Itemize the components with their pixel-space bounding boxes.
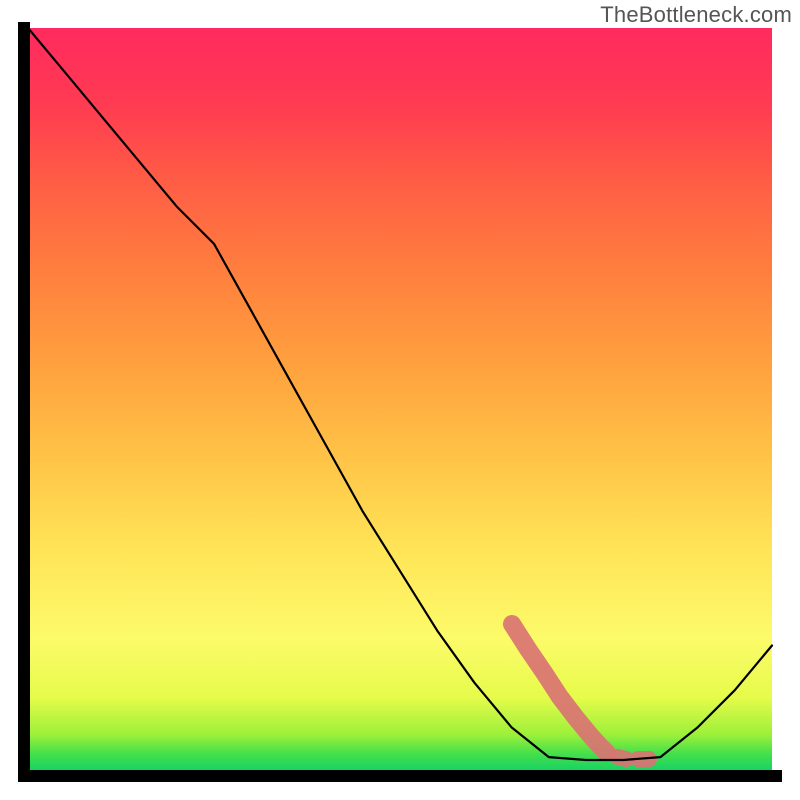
watermark-text: TheBottleneck.com <box>600 2 792 28</box>
x-axis <box>18 770 782 782</box>
plot-gradient-background <box>28 28 772 772</box>
y-axis <box>18 22 30 780</box>
bottleneck-chart: TheBottleneck.com <box>0 0 800 800</box>
